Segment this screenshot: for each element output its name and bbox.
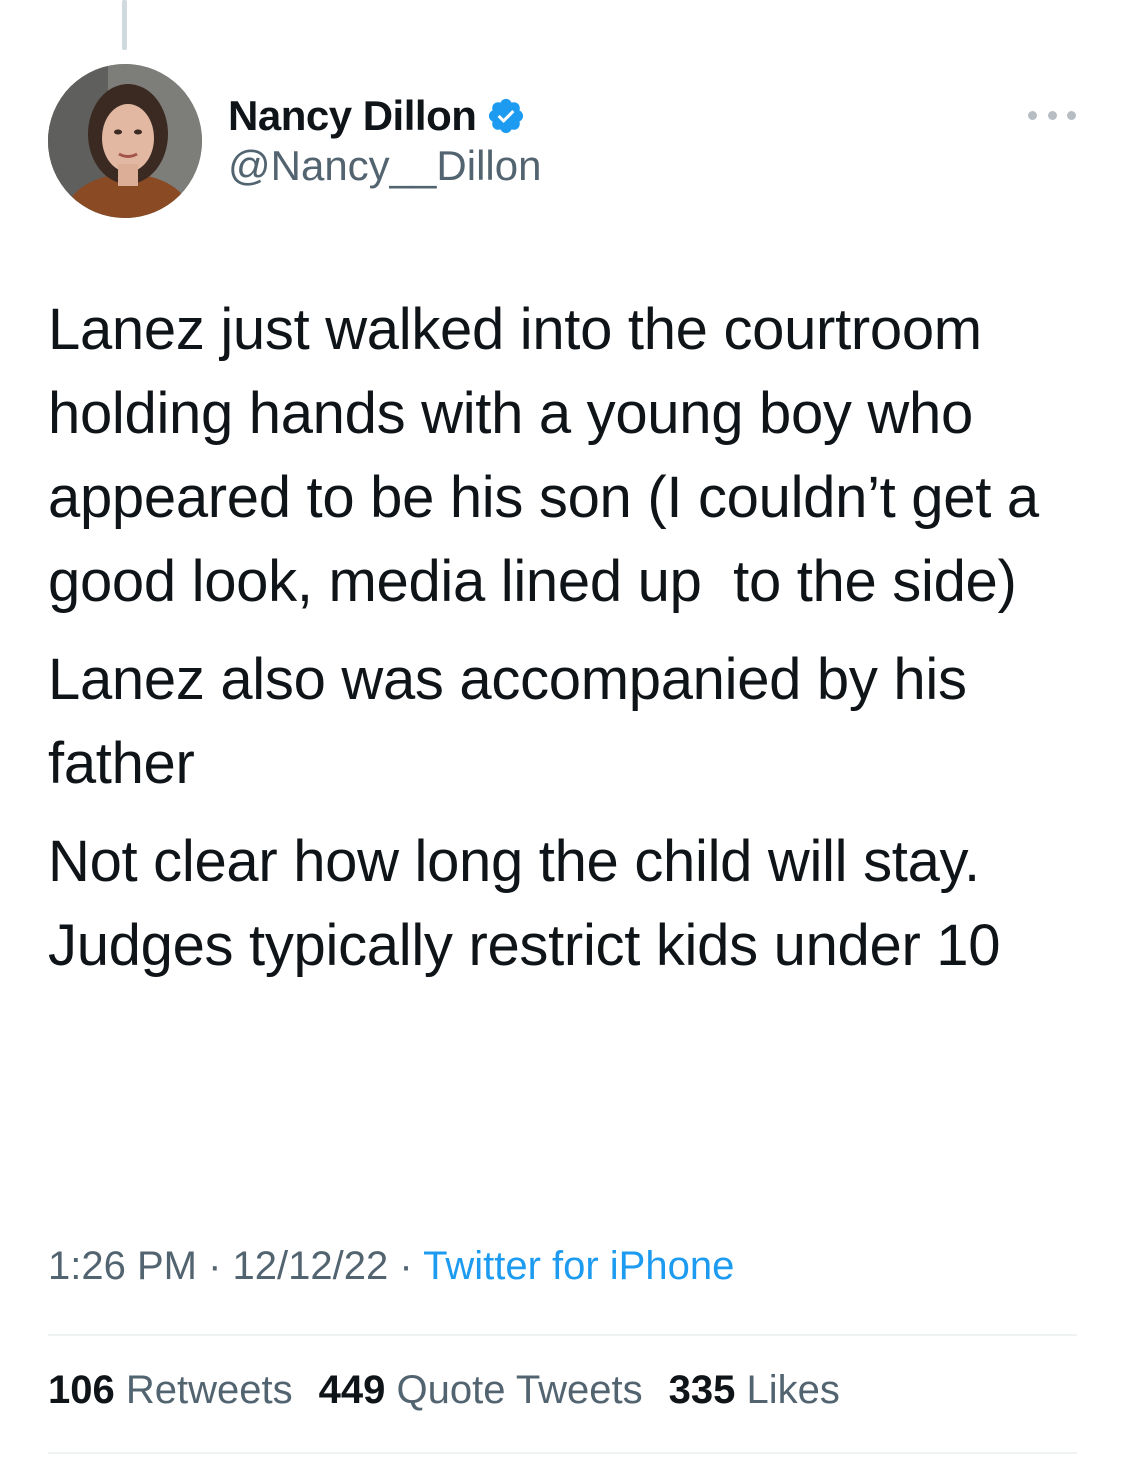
quote-tweets-count: 449 (318, 1368, 386, 1412)
more-options-icon[interactable] (1028, 100, 1076, 130)
tweet-body: Lanez just walked into the courtroom hol… (48, 288, 1088, 1002)
more-dot (1028, 110, 1037, 120)
tweet-paragraph: Not clear how long the child will stay. … (48, 829, 1001, 978)
tweet-date[interactable]: 12/12/22 (233, 1244, 389, 1288)
verified-badge-icon (486, 96, 526, 136)
likes-count: 335 (668, 1368, 736, 1412)
likes-label: Likes (746, 1368, 840, 1412)
retweets-stat[interactable]: 106 Retweets (48, 1368, 293, 1413)
quote-tweets-stat[interactable]: 449 Quote Tweets (319, 1368, 643, 1413)
retweets-label: Retweets (125, 1368, 293, 1412)
tweet-stats: 106 Retweets 449 Quote Tweets 335 Likes (48, 1368, 866, 1413)
quote-tweets-label: Quote Tweets (396, 1368, 643, 1412)
likes-stat[interactable]: 335 Likes (669, 1368, 840, 1413)
retweets-count: 106 (48, 1368, 115, 1412)
avatar-photo (48, 64, 202, 218)
divider (48, 1334, 1077, 1336)
more-dot (1067, 110, 1076, 120)
meta-separator: · (208, 1244, 222, 1288)
tweet-source-link[interactable]: Twitter for iPhone (423, 1244, 734, 1288)
tweet-time[interactable]: 1:26 PM (48, 1244, 197, 1288)
author-name-row[interactable]: Nancy Dillon (228, 88, 526, 144)
divider (48, 1452, 1077, 1454)
meta-separator: · (399, 1244, 413, 1288)
tweet-paragraph: Lanez also was accompanied by his father (48, 647, 983, 796)
tweet-metadata: 1:26 PM · 12/12/22 · Twitter for iPhone (48, 1244, 734, 1289)
thread-connector-line (122, 0, 127, 50)
author-handle[interactable]: @Nancy__Dillon (228, 142, 541, 190)
avatar[interactable] (48, 64, 202, 218)
more-dot (1047, 110, 1057, 120)
author-display-name[interactable]: Nancy Dillon (228, 92, 477, 140)
tweet-paragraph: Lanez just walked into the courtroom hol… (48, 297, 1055, 614)
